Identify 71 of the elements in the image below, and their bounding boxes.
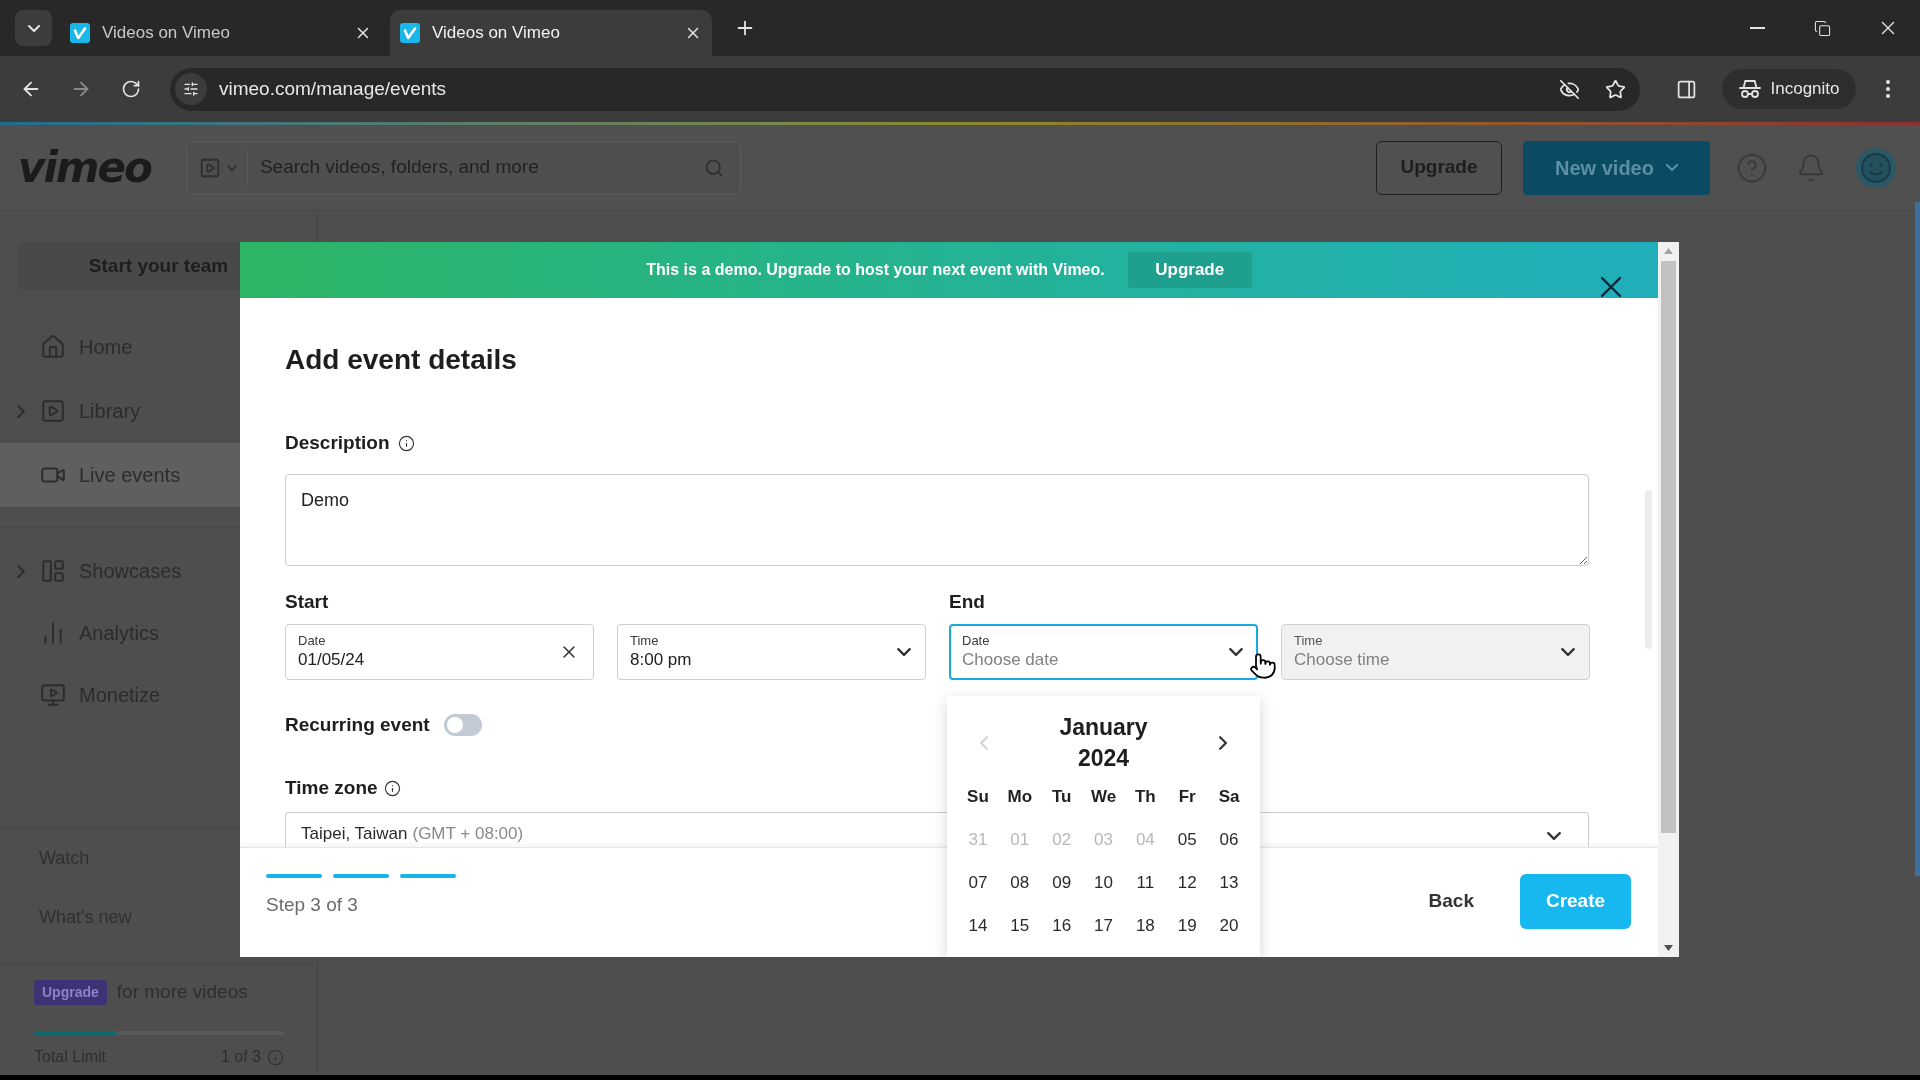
expand-chevron-icon <box>17 404 25 418</box>
schedule-label: End <box>949 590 986 612</box>
calendar-day[interactable]: 14 <box>957 904 999 947</box>
monitor-play-icon <box>40 682 66 708</box>
caret-icon <box>1547 832 1561 840</box>
weekday-label: Th <box>1133 786 1157 808</box>
timezone-label: Time zone <box>285 775 378 800</box>
calendar-day[interactable]: 19 <box>1166 904 1209 947</box>
restore-icon <box>1814 19 1831 37</box>
time-field[interactable]: Time 8:00 pm <box>617 624 926 680</box>
site-info-icon <box>183 81 199 97</box>
info-icon[interactable] <box>383 779 401 797</box>
description-field[interactable]: Demo <box>285 474 1589 566</box>
calendar-day[interactable]: 15 <box>998 904 1041 947</box>
caret-icon <box>1229 648 1243 656</box>
weekday-label: Tu <box>1050 786 1073 808</box>
calendar-day[interactable]: 16 <box>1040 904 1083 947</box>
eye-off-icon[interactable] <box>1559 78 1580 100</box>
date-field[interactable]: Date 01/05/24 <box>285 624 594 680</box>
info-icon[interactable] <box>397 434 415 452</box>
month-year-title: January 2024 <box>1058 713 1149 773</box>
bookmark-star-icon[interactable] <box>1605 78 1626 100</box>
site-favicon-icon <box>70 23 90 43</box>
calendar-day[interactable]: 07 <box>957 861 999 904</box>
weekday-label: Sa <box>1217 786 1241 808</box>
incognito-icon <box>1738 79 1761 99</box>
weekday-label: We <box>1089 786 1118 808</box>
weekday-label: Su <box>966 786 990 808</box>
layout-panels-icon <box>40 558 66 584</box>
chevron-left-icon <box>980 736 988 750</box>
recurring-toggle[interactable] <box>443 714 482 736</box>
calendar-day[interactable]: 11 <box>1124 861 1167 904</box>
caret-icon <box>1561 648 1575 656</box>
calendar-day[interactable]: 08 <box>998 861 1041 904</box>
video-library-icon <box>40 398 66 424</box>
weekday-label: Fr <box>1177 786 1197 808</box>
caret-icon <box>1665 164 1678 171</box>
calendar-day[interactable]: 18 <box>1124 904 1167 947</box>
demo-banner-text: This is a demo. Upgrade to host your next event with Vimeo. <box>646 260 1105 280</box>
reload-icon <box>121 79 141 99</box>
back-button[interactable]: Back <box>1404 874 1498 929</box>
calendar-day[interactable]: 20 <box>1208 904 1250 947</box>
caret-icon <box>897 648 911 656</box>
site-info-button[interactable] <box>175 73 207 105</box>
scrollbar-thumb[interactable] <box>1661 261 1676 833</box>
tab-list-button[interactable] <box>15 10 52 46</box>
page-scrollbar-thumb[interactable] <box>1915 202 1920 876</box>
calendar-day[interactable]: 09 <box>1040 861 1083 904</box>
scroll-down-icon[interactable] <box>1664 945 1673 951</box>
date-field[interactable]: Date Choose date <box>949 624 1258 680</box>
calendar-day[interactable]: 13 <box>1208 861 1250 904</box>
expand-chevron-icon <box>17 564 25 578</box>
caret-icon <box>226 164 237 171</box>
house-icon <box>40 334 66 360</box>
calendar-day[interactable]: 10 <box>1082 861 1125 904</box>
step-counter-text: Step 3 of 3 <box>266 893 359 917</box>
hand-cursor-icon <box>1249 652 1277 680</box>
video-square-icon <box>198 156 221 179</box>
calendar-day[interactable]: 17 <box>1082 904 1125 947</box>
address-bar[interactable]: vimeo.com/manage/events <box>170 67 1640 111</box>
weekday-label: Mo <box>1006 786 1034 808</box>
side-panel-icon <box>1675 78 1697 100</box>
chevron-right-icon <box>1219 736 1227 750</box>
caret-icon <box>27 24 40 32</box>
site-favicon-icon <box>400 23 420 43</box>
more-icon <box>1886 80 1890 98</box>
minimize-icon <box>1750 27 1765 29</box>
incognito-badge[interactable]: Incognito <box>1722 69 1856 109</box>
browser-tab[interactable]: Videos on Vimeo <box>390 10 712 56</box>
calendar-day[interactable]: 12 <box>1166 861 1209 904</box>
close-icon[interactable] <box>1600 276 1622 298</box>
